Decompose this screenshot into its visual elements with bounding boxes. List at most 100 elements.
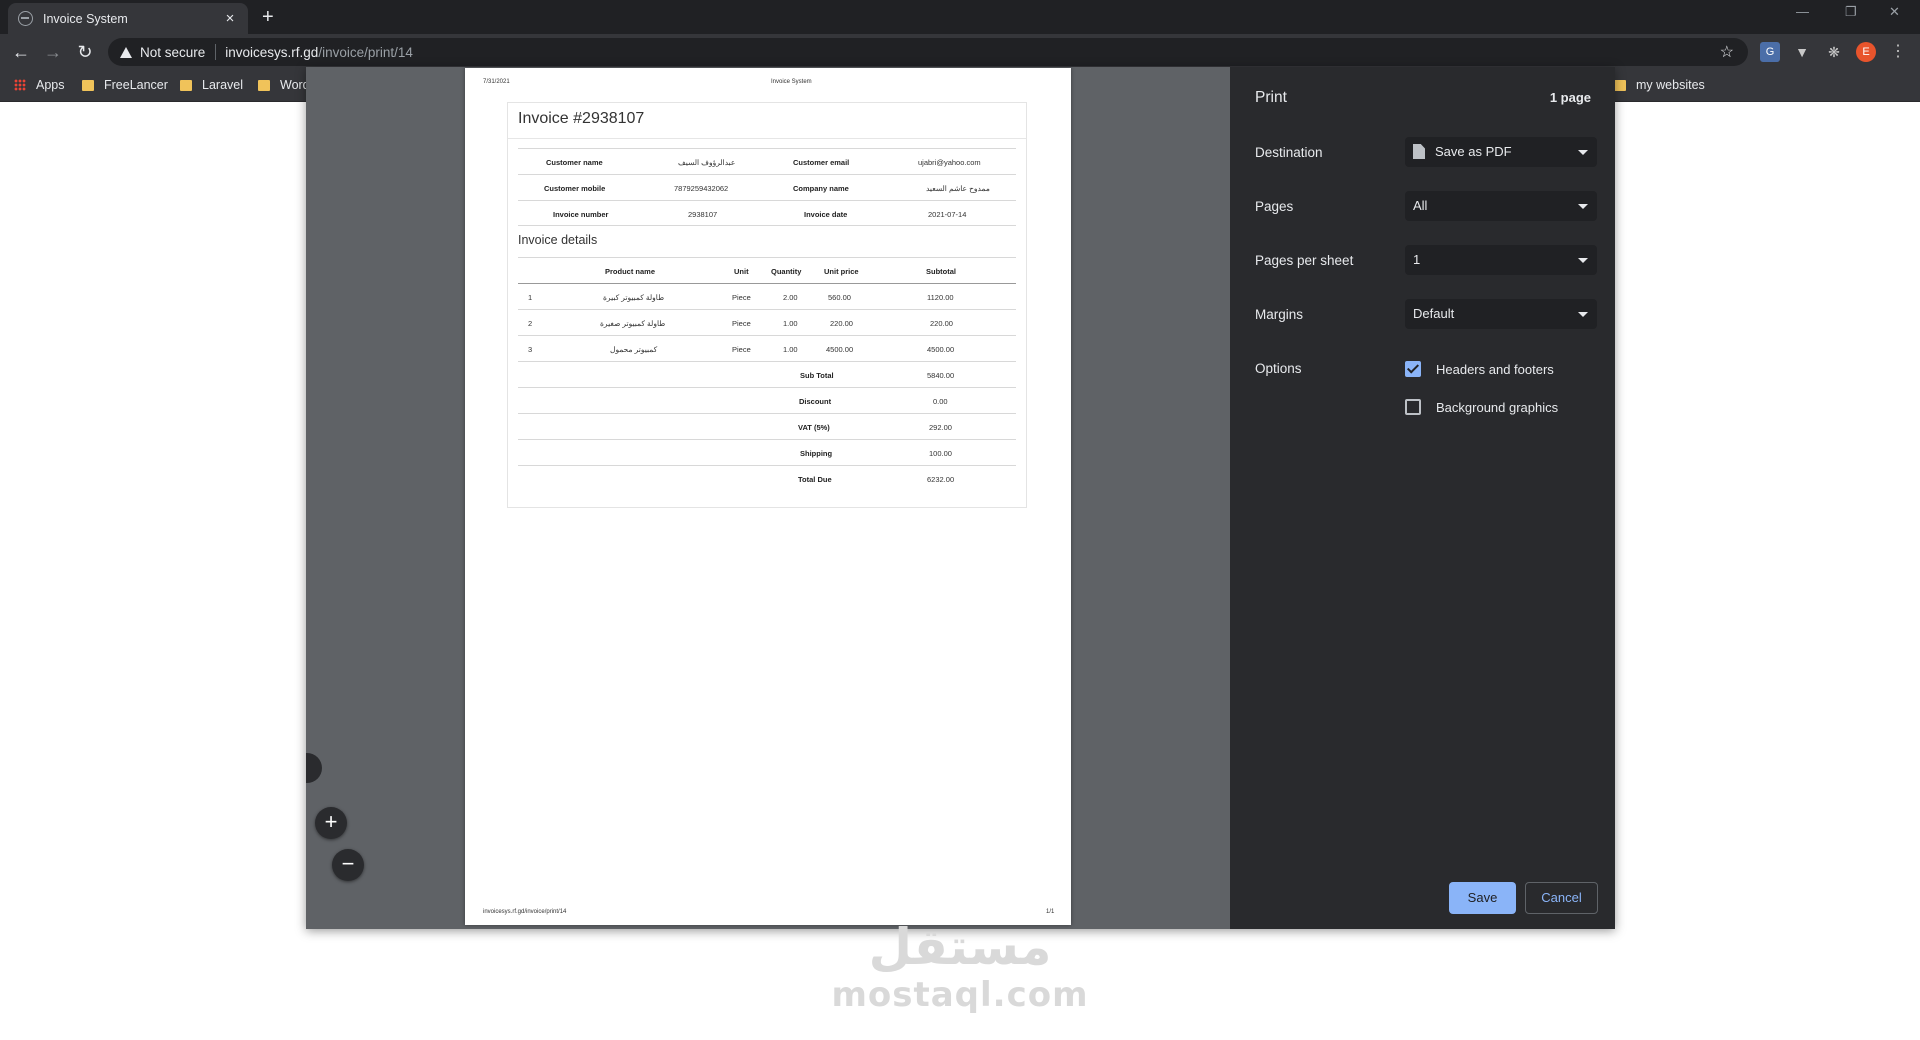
tab-title: Invoice System (43, 11, 128, 26)
row-number: 2 (528, 319, 533, 328)
bookmark-label: FreeLancer (104, 78, 168, 92)
folder-icon (258, 79, 270, 91)
zoom-in-button[interactable]: + (315, 807, 347, 839)
warning-icon (120, 46, 132, 58)
browser-toolbar: ← → ↻ Not secure invoicesys.rf.gd /invoi… (0, 34, 1920, 70)
unit-price: 220.00 (830, 319, 853, 328)
total-label: Discount (799, 397, 832, 406)
column-header: Unit (734, 267, 749, 276)
info-row: Customer name عبدالرؤوف السيف Customer e… (518, 148, 1016, 174)
bookmark-freelancer[interactable]: FreeLancer (82, 78, 168, 92)
table-row: 1 طاولة كمبيوتر كبيرة Piece 2.00 560.00 … (518, 284, 1016, 310)
quantity: 1.00 (783, 319, 798, 328)
destination-label: Destination (1255, 145, 1323, 160)
zoom-out-button[interactable]: − (332, 849, 364, 881)
chevron-down-icon (1578, 204, 1588, 209)
subtotal: 4500.00 (927, 345, 955, 354)
save-button[interactable]: Save (1449, 882, 1516, 914)
table-row: 2 طاولة كمبيوتر صغيرة Piece 1.00 220.00 … (518, 310, 1016, 336)
unit: Piece (732, 293, 751, 302)
pages-per-sheet-select[interactable]: 1 (1405, 245, 1597, 275)
margins-value: Default (1413, 306, 1455, 321)
bookmark-laravel[interactable]: Laravel (180, 78, 243, 92)
pages-select[interactable]: All (1405, 191, 1597, 221)
info-label: Customer email (793, 158, 850, 167)
bookmark-label: Apps (36, 78, 65, 92)
folder-icon (1614, 79, 1626, 91)
minimize-icon[interactable]: — (1796, 4, 1809, 19)
info-row: Invoice number 2938107 Invoice date 2021… (518, 200, 1016, 226)
total-label: Total Due (798, 475, 832, 484)
pages-value: All (1413, 198, 1428, 213)
info-label: Customer mobile (544, 184, 606, 193)
apps-grid-icon (14, 79, 26, 91)
info-value: 7879259432062 (674, 184, 729, 193)
profile-avatar[interactable]: E (1856, 42, 1876, 62)
divider (215, 44, 217, 60)
column-header: Quantity (771, 267, 802, 276)
bookmark-word[interactable]: Word (258, 78, 310, 92)
totals-row: Discount 0.00 (518, 388, 1016, 414)
info-value: 2021-07-14 (928, 210, 967, 219)
print-preview-area: 7/31/2021 Invoice System Invoice #293810… (306, 67, 1230, 929)
quantity: 2.00 (783, 293, 798, 302)
close-tab-button[interactable]: × (222, 10, 238, 27)
headers-footers-label[interactable]: Headers and footers (1436, 362, 1554, 377)
chevron-down-icon (1578, 312, 1588, 317)
cancel-button[interactable]: Cancel (1525, 882, 1598, 914)
menu-kebab-icon[interactable]: ⋮ (1888, 42, 1908, 62)
forward-arrow-icon[interactable]: → (42, 41, 64, 63)
options-label: Options (1255, 361, 1302, 376)
tab-invoice-system[interactable]: Invoice System × (8, 3, 248, 34)
info-value: ujabri@yahoo.com (918, 158, 981, 167)
reload-icon[interactable]: ↻ (74, 41, 96, 63)
translate-extension-icon[interactable]: G (1760, 42, 1780, 62)
puzzle-extensions-icon[interactable]: ❋ (1824, 42, 1844, 62)
row-number: 3 (528, 345, 533, 354)
destination-select[interactable]: Save as PDF (1405, 137, 1597, 167)
pages-per-sheet-label: Pages per sheet (1255, 253, 1354, 268)
total-value: 292.00 (929, 423, 952, 432)
bookmark-apps[interactable]: Apps (14, 78, 65, 92)
new-tab-button[interactable]: + (262, 6, 274, 28)
folder-icon (82, 79, 94, 91)
fit-to-page-button[interactable] (306, 753, 322, 783)
unit: Piece (732, 345, 751, 354)
info-label: Company name (793, 184, 849, 193)
watermark-logo-arabic: مستقل (868, 918, 1052, 976)
document-icon (1413, 144, 1425, 159)
vue-extension-icon[interactable]: ▼ (1792, 42, 1812, 62)
info-value: عبدالرؤوف السيف (678, 158, 736, 167)
page-footer-url: invoicesys.rf.gd/invoice/print/14 (483, 909, 567, 915)
print-title: Print (1255, 89, 1287, 106)
column-header: Product name (605, 267, 656, 276)
totals-row: Sub Total 5840.00 (518, 362, 1016, 388)
totals-row: Shipping 100.00 (518, 440, 1016, 466)
page-count: 1 page (1549, 90, 1591, 105)
info-label: Invoice number (553, 210, 609, 219)
subtotal: 220.00 (930, 319, 953, 328)
pages-label: Pages (1255, 199, 1294, 214)
not-secure-label[interactable]: Not secure (140, 45, 205, 60)
table-row: 3 كمبيوتر محمول Piece 1.00 4500.00 4500.… (518, 336, 1016, 362)
info-row: Customer mobile 7879259432062 Company na… (518, 174, 1016, 200)
info-label: Invoice date (804, 210, 848, 219)
bookmark-star-icon[interactable]: ☆ (1720, 42, 1734, 62)
back-arrow-icon[interactable]: ← (10, 41, 32, 63)
restore-icon[interactable]: ❐ (1845, 4, 1857, 20)
background-graphics-label[interactable]: Background graphics (1436, 400, 1558, 415)
close-window-icon[interactable]: ✕ (1889, 4, 1900, 20)
margins-select[interactable]: Default (1405, 299, 1597, 329)
row-number: 1 (528, 293, 533, 302)
page-header-date: 7/31/2021 (483, 79, 510, 85)
invoice-details-heading: Invoice details (518, 233, 598, 247)
column-header: Unit price (824, 267, 859, 276)
quantity: 1.00 (783, 345, 798, 354)
background-graphics-checkbox[interactable] (1405, 399, 1421, 415)
total-label: Sub Total (800, 371, 834, 380)
address-bar[interactable]: Not secure invoicesys.rf.gd /invoice/pri… (108, 38, 1748, 66)
totals-row: Total Due 6232.00 (518, 466, 1016, 492)
total-label: Shipping (800, 449, 833, 458)
headers-footers-checkbox[interactable] (1405, 361, 1421, 377)
bookmark-my-websites[interactable]: my websites (1614, 78, 1705, 92)
